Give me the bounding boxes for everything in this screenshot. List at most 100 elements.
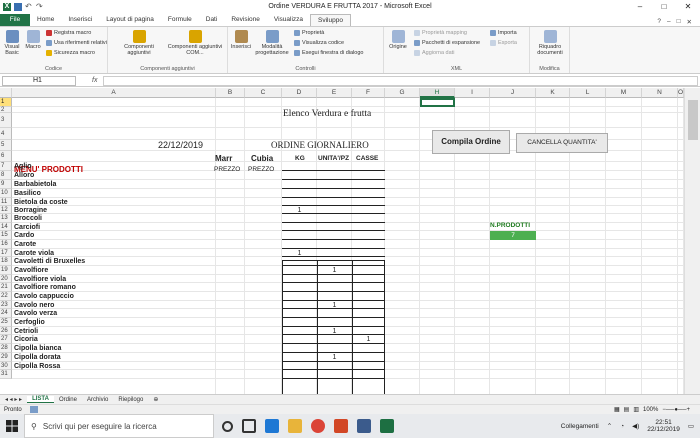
outlook-icon[interactable] <box>334 419 348 433</box>
quantity-cell[interactable]: 1 <box>317 302 352 309</box>
product-name[interactable]: Broccoli <box>14 215 42 222</box>
file-explorer-icon[interactable] <box>288 419 302 433</box>
select-all-corner[interactable] <box>0 88 12 98</box>
row-header-9[interactable]: 9 <box>0 180 12 189</box>
chevron-up-icon[interactable]: ⌃ <box>607 422 612 430</box>
product-name[interactable]: Alloro <box>14 172 34 179</box>
product-name[interactable]: Cetrioli <box>14 328 38 335</box>
notifications-icon[interactable]: ▭ <box>688 422 694 430</box>
page-break-icon[interactable]: ▥ <box>633 406 639 413</box>
row-header-8[interactable]: 8 <box>0 171 12 180</box>
page-layout-icon[interactable]: ▤ <box>624 406 630 413</box>
row-header-19[interactable]: 19 <box>0 266 12 275</box>
column-header-i[interactable]: I <box>455 88 490 98</box>
row-header-12[interactable]: 12 <box>0 206 12 214</box>
product-name[interactable]: Cavolfiore <box>14 267 48 274</box>
row-header-25[interactable]: 25 <box>0 318 12 327</box>
modalita-progettazione-button[interactable]: Modalità progettazione <box>254 30 290 56</box>
help-icon[interactable]: ? <box>657 18 661 26</box>
taskbar-clock[interactable]: 22:51 22/12/2019 <box>647 419 680 433</box>
product-name[interactable]: Cerfoglio <box>14 319 45 326</box>
column-header-c[interactable]: C <box>245 88 282 98</box>
column-header-b[interactable]: B <box>216 88 245 98</box>
pacchetti-espansione-button[interactable]: Pacchetti di espansione <box>414 40 480 46</box>
column-header-k[interactable]: K <box>536 88 570 98</box>
formula-input[interactable] <box>103 75 698 86</box>
product-name[interactable]: Cipolla bianca <box>14 345 61 352</box>
wifi-icon[interactable]: ◔ <box>620 423 624 430</box>
cancella-quantita-button[interactable]: CANCELLA QUANTITA' <box>516 133 608 153</box>
aggiorna-dati-button[interactable]: Aggiorna dati <box>414 50 454 56</box>
visual-basic-button[interactable]: Visual Basic <box>2 30 22 56</box>
task-view-icon[interactable] <box>242 419 256 433</box>
quantity-cell[interactable]: 1 <box>317 267 352 274</box>
esegui-finestra-button[interactable]: Esegui finestra di dialogo <box>294 50 363 56</box>
column-header-f[interactable]: F <box>352 88 385 98</box>
riquadro-documenti-button[interactable]: Riquadro documenti <box>532 30 568 56</box>
componenti-aggiuntivi-button[interactable]: Componenti aggiuntivi <box>114 30 164 56</box>
origine-button[interactable]: Origine <box>386 30 410 50</box>
product-name[interactable]: Cipolla dorata <box>14 354 61 361</box>
row-header-18[interactable]: 18 <box>0 257 12 266</box>
close-button[interactable]: ✕ <box>676 0 700 14</box>
edge-icon[interactable] <box>265 419 279 433</box>
fx-icon[interactable]: fx <box>92 77 97 84</box>
name-box[interactable]: H1 <box>2 75 76 86</box>
product-name[interactable]: Cavolo verza <box>14 310 57 317</box>
maximize-button[interactable]: □ <box>652 0 676 14</box>
scrollbar-thumb[interactable] <box>688 100 698 140</box>
quantity-cell[interactable]: 1 <box>317 354 352 361</box>
active-cell-h1[interactable] <box>420 98 455 107</box>
ribbon-restore-icon[interactable]: □ <box>677 18 681 26</box>
cortana-icon[interactable] <box>222 420 233 432</box>
column-header-a[interactable]: A <box>12 88 216 98</box>
row-header-23[interactable]: 23 <box>0 301 12 309</box>
network-label[interactable]: Collegamenti <box>561 423 599 430</box>
registra-macro-button[interactable]: Registra macro <box>46 30 91 36</box>
chrome-icon[interactable] <box>311 419 325 433</box>
row-header-24[interactable]: 24 <box>0 309 12 318</box>
product-name[interactable]: Cavolfiore romano <box>14 284 76 291</box>
column-header-e[interactable]: E <box>317 88 352 98</box>
macro-button[interactable]: Macro <box>24 30 42 50</box>
tab-file[interactable]: File <box>0 14 30 26</box>
product-name[interactable]: Cardo <box>14 232 34 239</box>
product-name[interactable]: Basilico <box>14 190 41 197</box>
row-header-30[interactable]: 30 <box>0 362 12 370</box>
product-name[interactable]: Aglio <box>14 163 32 170</box>
tab-visualizza[interactable]: Visualizza <box>267 14 310 26</box>
column-header-d[interactable]: D <box>282 88 317 98</box>
column-header-n[interactable]: N <box>642 88 678 98</box>
product-name[interactable]: Cavoletti di Bruxelles <box>14 258 85 265</box>
tab-revisione[interactable]: Revisione <box>224 14 267 26</box>
product-name[interactable]: Carote <box>14 241 36 248</box>
row-header-15[interactable]: 15 <box>0 231 12 240</box>
column-header-l[interactable]: L <box>570 88 606 98</box>
sicurezza-macro-button[interactable]: Sicurezza macro <box>46 50 95 56</box>
tab-sviluppo[interactable]: Sviluppo <box>310 14 351 26</box>
start-button[interactable] <box>0 414 24 438</box>
zoom-level[interactable]: 100% <box>643 407 658 413</box>
product-name[interactable]: Barbabietola <box>14 181 56 188</box>
visualizza-codice-button[interactable]: Visualizza codice <box>294 40 344 46</box>
macro-record-icon[interactable] <box>29 406 38 413</box>
row-header-6[interactable]: 6 <box>0 151 12 162</box>
proprieta-mapping-button[interactable]: Proprietà mapping <box>414 30 467 36</box>
row-header-27[interactable]: 27 <box>0 335 12 344</box>
product-name[interactable]: Cavolo nero <box>14 302 54 309</box>
row-header-16[interactable]: 16 <box>0 240 12 249</box>
minimize-button[interactable]: – <box>628 0 652 14</box>
row-header-1[interactable]: 1 <box>0 98 12 107</box>
proprieta-button[interactable]: Proprietà <box>294 30 324 36</box>
row-header-20[interactable]: 20 <box>0 275 12 283</box>
row-header-22[interactable]: 22 <box>0 292 12 301</box>
row-header-28[interactable]: 28 <box>0 344 12 353</box>
importa-button[interactable]: Importa <box>490 30 517 36</box>
column-header-g[interactable]: G <box>385 88 420 98</box>
normal-view-icon[interactable]: ▦ <box>614 406 620 413</box>
column-header-j[interactable]: J <box>490 88 536 98</box>
row-header-26[interactable]: 26 <box>0 327 12 335</box>
product-name[interactable]: Cipolla Rossa <box>14 363 60 370</box>
product-name[interactable]: Carote viola <box>14 250 54 257</box>
row-header-11[interactable]: 11 <box>0 198 12 206</box>
